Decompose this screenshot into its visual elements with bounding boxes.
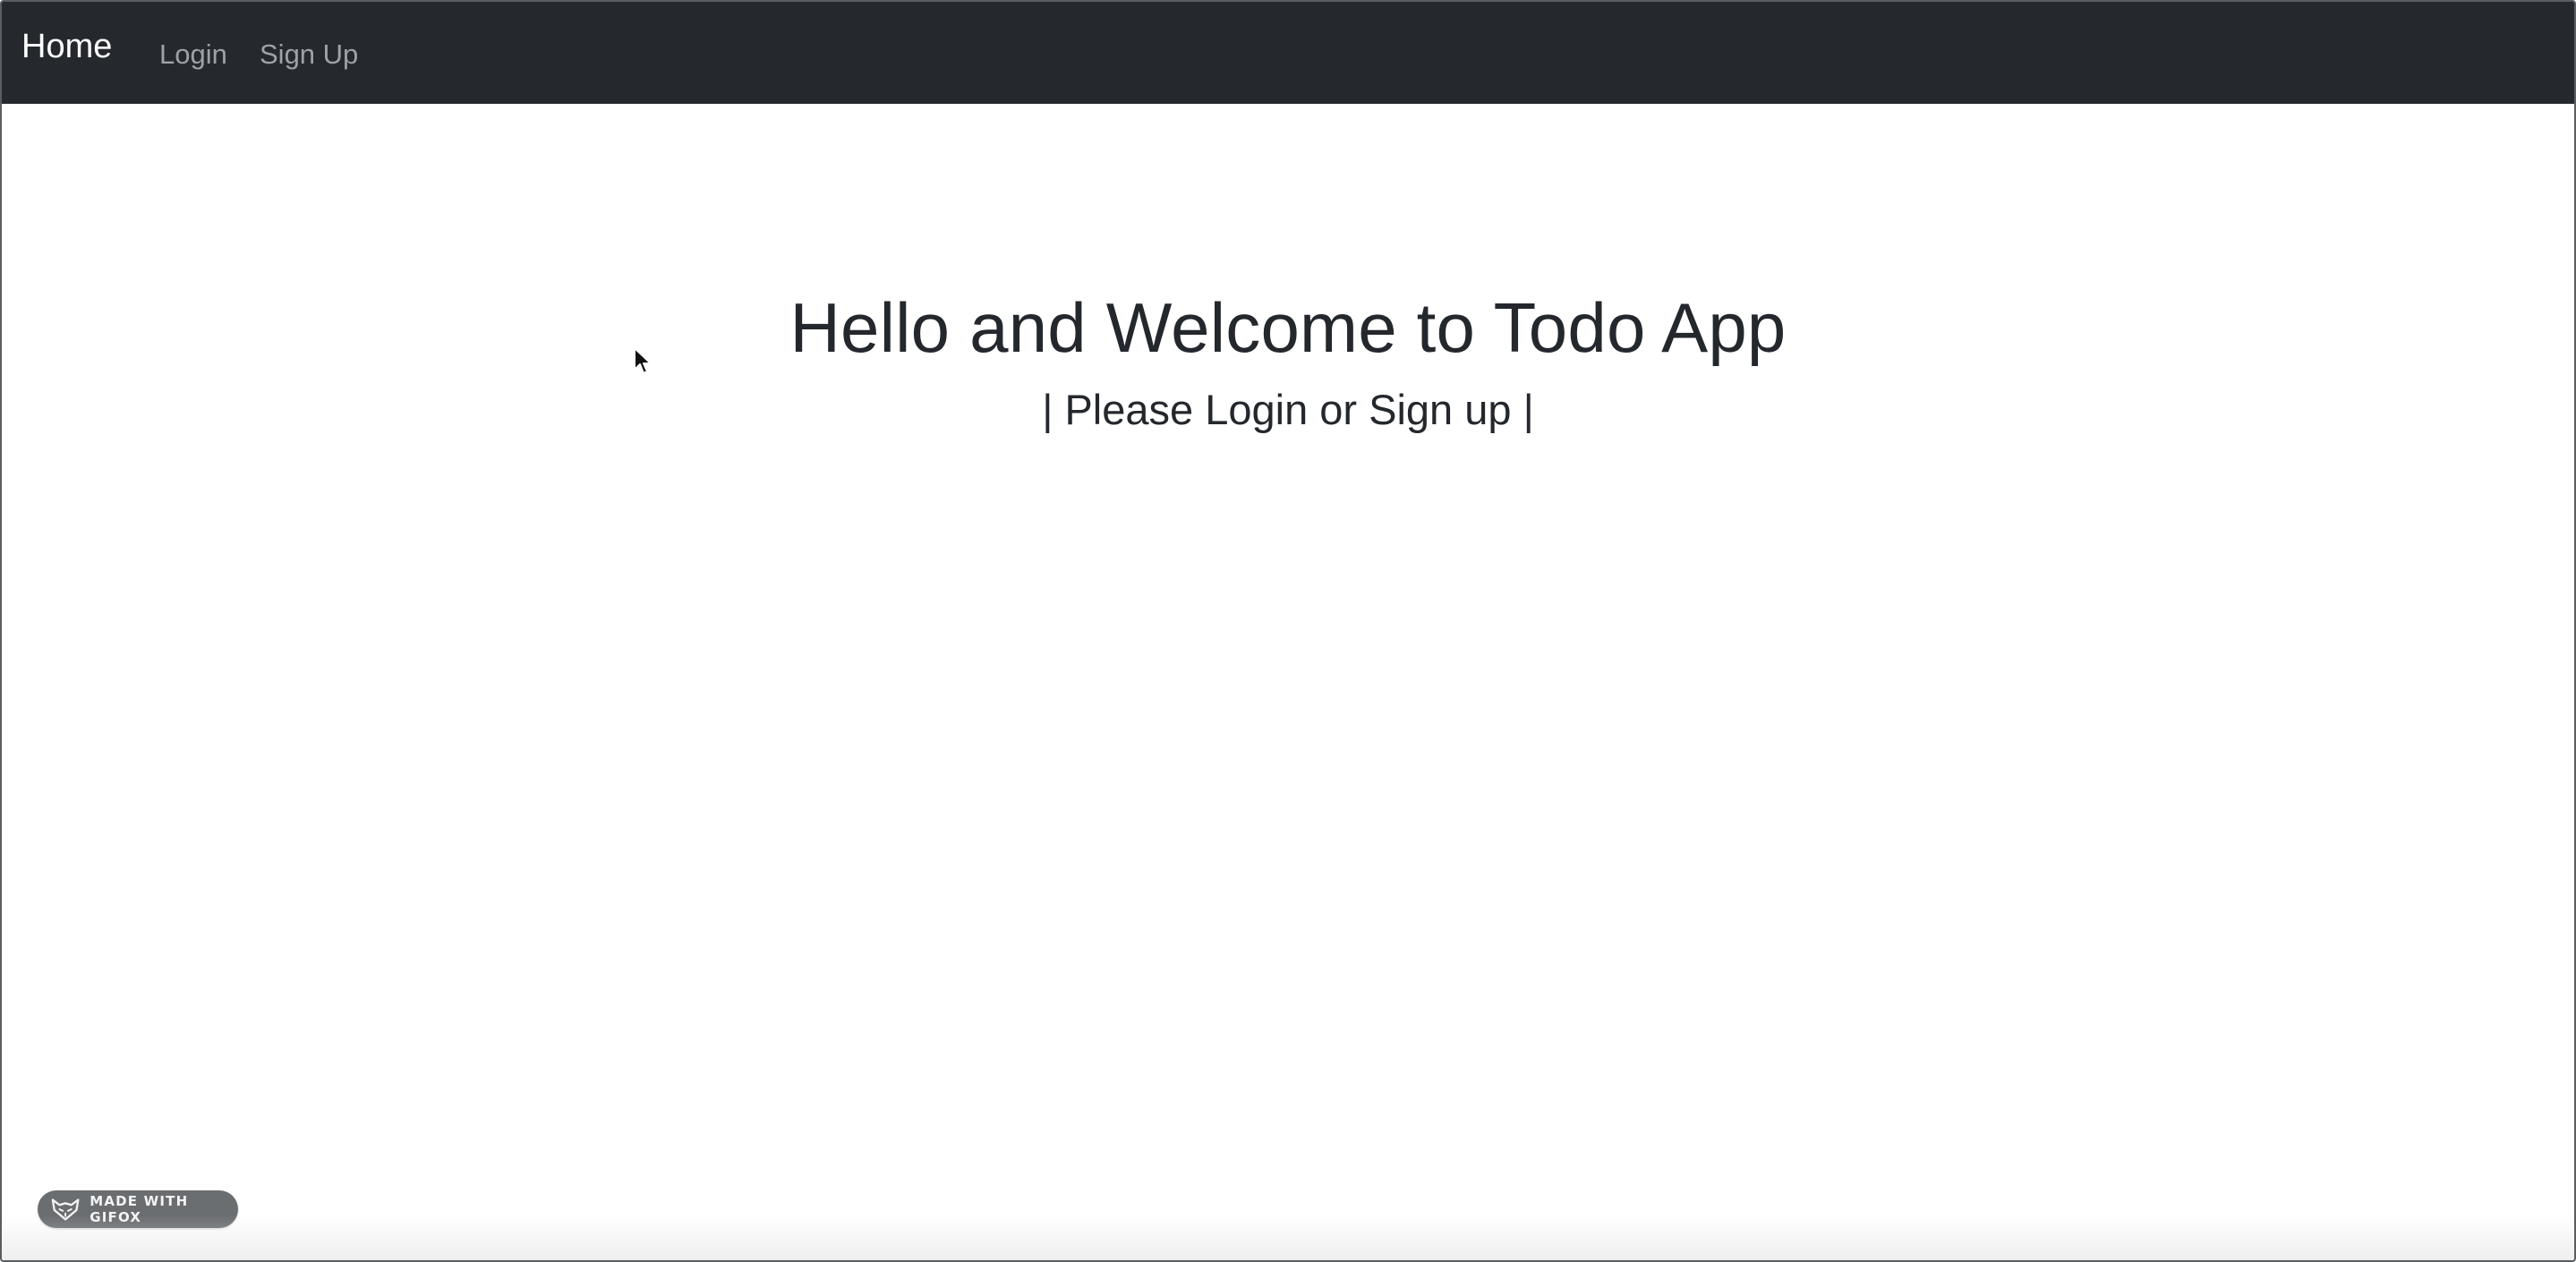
- nav-home-link[interactable]: Home: [21, 27, 112, 66]
- bottom-edge-shadow: [2, 1215, 2574, 1260]
- gifox-badge-label: MADE WITH GIFOX: [90, 1193, 189, 1225]
- gifox-fox-icon: [51, 1198, 80, 1221]
- made-with-gifox-badge: MADE WITH GIFOX: [38, 1190, 238, 1228]
- mouse-pointer-icon: [634, 347, 652, 374]
- welcome-heading: Hello and Welcome to Todo App: [789, 288, 1787, 367]
- nav-login-link[interactable]: Login: [159, 38, 227, 72]
- browser-window: Home Login Sign Up Hello and Welcome to …: [0, 0, 2576, 1262]
- nav-signup-link[interactable]: Sign Up: [260, 38, 358, 72]
- top-navbar: Home Login Sign Up: [2, 2, 2574, 104]
- login-prompt-subheading: | Please Login or Sign up |: [1042, 386, 1534, 433]
